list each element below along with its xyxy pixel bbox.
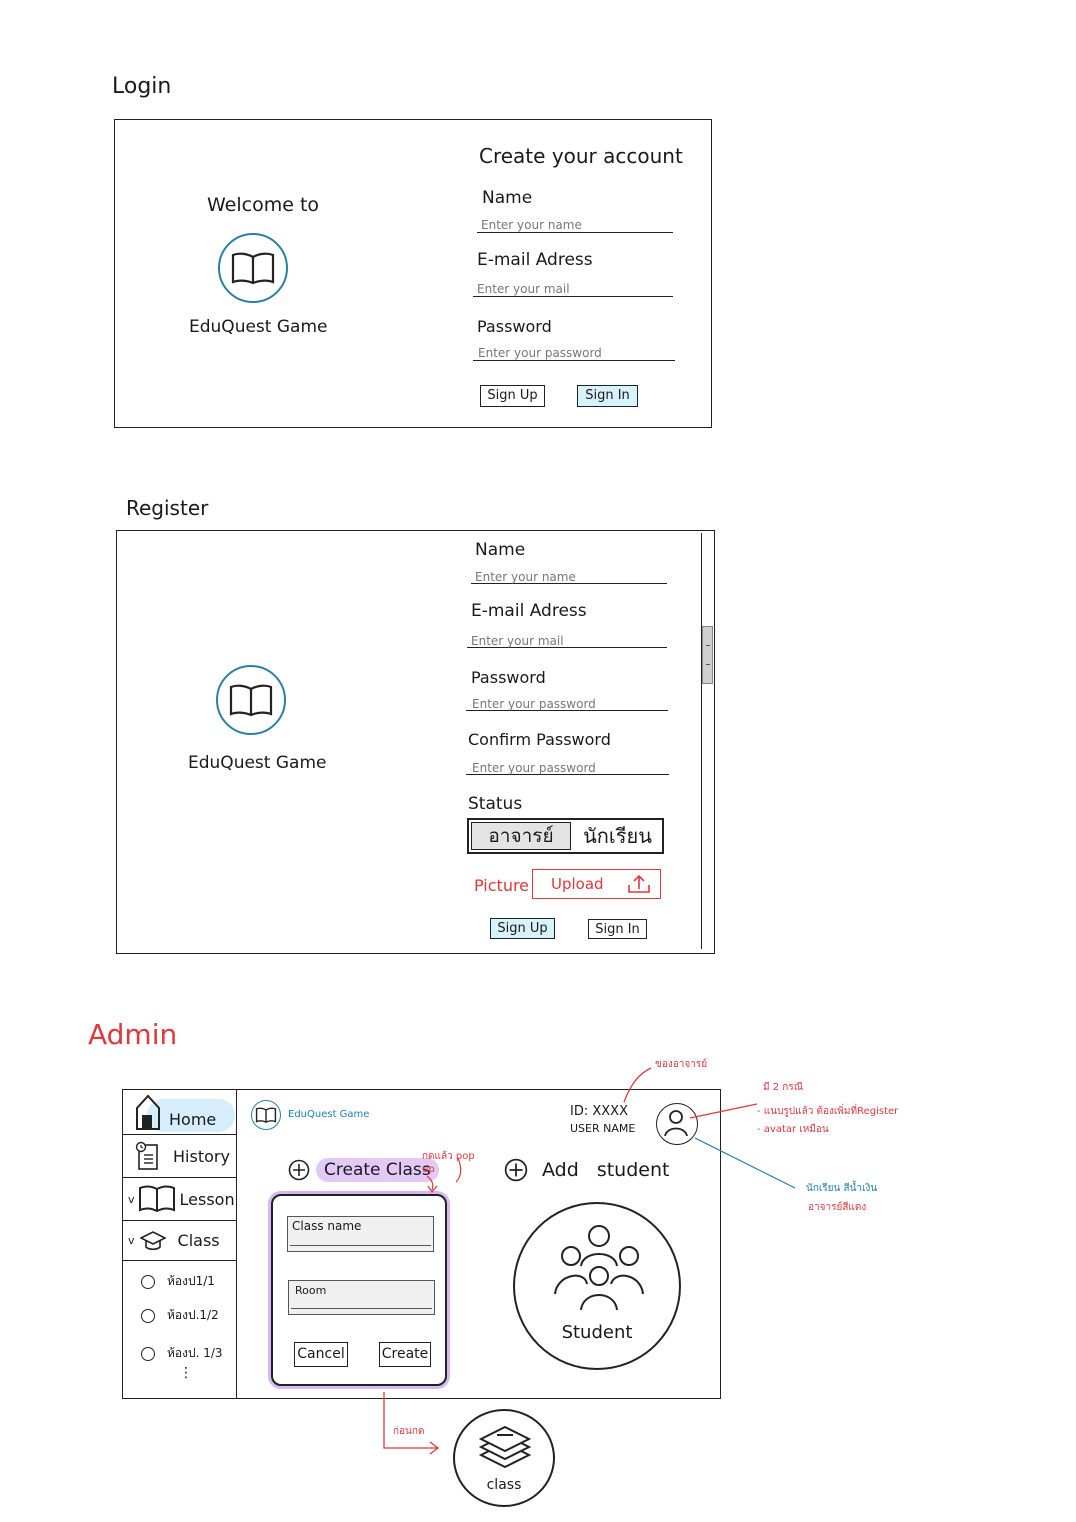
note-cases-title: มี 2 กรณี [763,1082,804,1093]
note-teacher-of: ของอาจารย์ [655,1059,708,1070]
note-teacher-color: อาจารย์สีแดง [808,1202,867,1213]
note-press-popup: กดแล้ว pop up [422,1151,475,1175]
note-case-1: - แนบรูปแล้ว ต้องเพิ่มที่Register [757,1106,899,1117]
annotation-arrows [383,1067,796,1455]
note-before-press: ก่อนกด [393,1426,425,1437]
note-student-color: นักเรียน สีน้ำเงิน [806,1183,878,1194]
note-case-2: - avatar เหมือน [757,1124,829,1135]
